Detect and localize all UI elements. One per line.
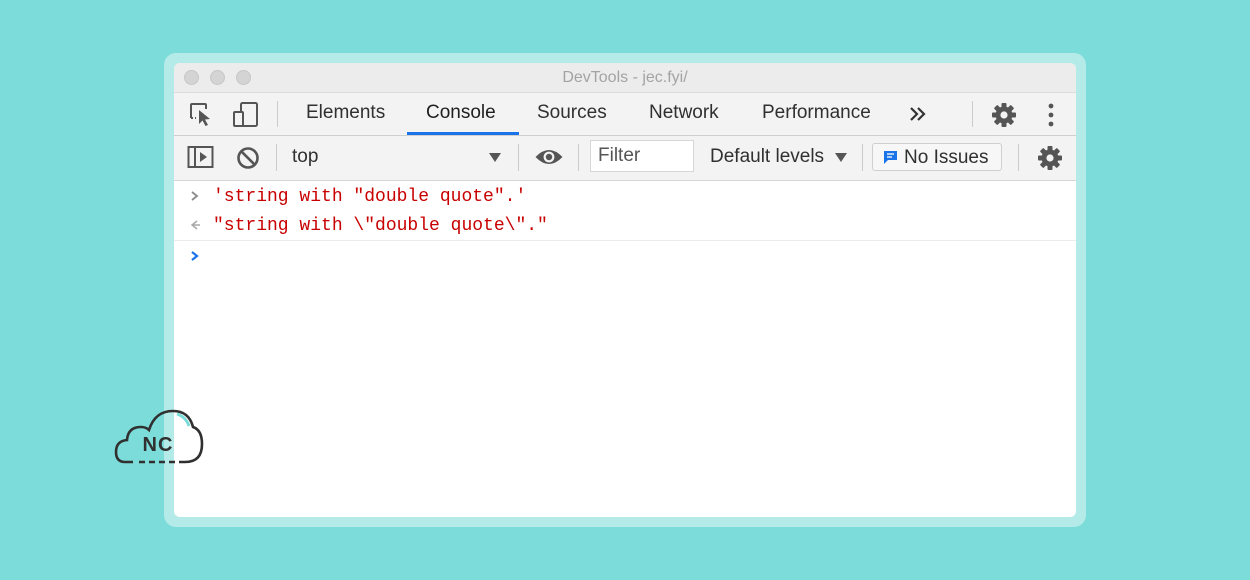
- panel-tab-bar: Elements Console Sources Network Perform…: [174, 93, 1076, 136]
- issues-label: No Issues: [904, 147, 989, 168]
- console-input-line[interactable]: 'string with "double quote".': [174, 183, 1076, 212]
- prompt-chevron-icon: [191, 251, 199, 261]
- tabbar-separator: [277, 101, 278, 127]
- toolbar-separator: [578, 144, 579, 171]
- active-tab-indicator: [407, 132, 519, 135]
- tab-console[interactable]: Console: [426, 93, 496, 135]
- dropdown-arrow-icon[interactable]: [488, 152, 502, 163]
- console-toolbar: top Default levels No Issues: [174, 136, 1076, 181]
- console-output[interactable]: 'string with "double quote".' "string wi…: [174, 181, 1076, 517]
- issues-message-icon: [884, 151, 897, 164]
- toolbar-separator: [276, 144, 277, 171]
- inspect-element-icon[interactable]: [188, 101, 216, 127]
- toolbar-separator: [1018, 144, 1019, 171]
- tab-network[interactable]: Network: [649, 93, 719, 135]
- toolbar-separator: [862, 144, 863, 171]
- title-bar: DevTools - jec.fyi/: [174, 63, 1076, 93]
- window-title: DevTools - jec.fyi/: [562, 69, 688, 86]
- tabbar-separator: [972, 101, 973, 127]
- tab-performance[interactable]: Performance: [762, 93, 871, 135]
- console-input-text: 'string with "double quote".': [213, 187, 527, 207]
- console-settings-gear-icon[interactable]: [1037, 145, 1063, 171]
- toolbar-separator: [518, 144, 519, 171]
- nc-cloud-logo-icon: NC: [114, 409, 204, 464]
- tab-elements[interactable]: Elements: [306, 93, 385, 135]
- settings-gear-icon[interactable]: [991, 102, 1017, 128]
- nc-logo-text: NC: [143, 434, 174, 456]
- filter-input[interactable]: [590, 140, 694, 172]
- more-tabs-icon[interactable]: [908, 105, 928, 123]
- live-expression-eye-icon[interactable]: [534, 147, 564, 167]
- console-result-text: "string with \"double quote\".": [213, 216, 548, 236]
- devtools-window: DevTools - jec.fyi/ Elements Console Sou…: [174, 63, 1076, 517]
- kebab-menu-icon[interactable]: [1044, 102, 1058, 128]
- sidebar-toggle-icon[interactable]: [187, 145, 214, 169]
- execution-context-select[interactable]: top: [292, 146, 318, 168]
- tab-sources[interactable]: Sources: [537, 93, 607, 135]
- issues-button[interactable]: No Issues: [872, 143, 1002, 171]
- input-chevron-icon: [191, 191, 199, 201]
- console-prompt-line[interactable]: [174, 243, 1076, 272]
- device-toggle-icon[interactable]: [232, 101, 260, 129]
- console-result-line[interactable]: "string with \"double quote\".": [174, 212, 1076, 241]
- clear-console-icon[interactable]: [235, 145, 261, 171]
- result-arrow-icon: [190, 220, 200, 230]
- levels-dropdown-arrow-icon[interactable]: [834, 152, 848, 163]
- log-levels-dropdown[interactable]: Default levels: [710, 146, 824, 168]
- console-divider: [174, 240, 1076, 241]
